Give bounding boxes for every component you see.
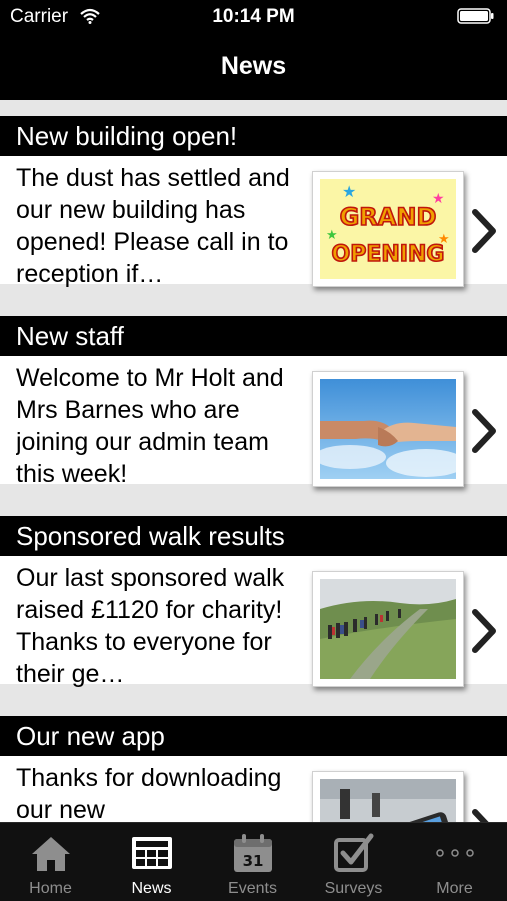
news-item-summary: The dust has settled and our new buildin… [16,164,290,288]
chevron-right-icon[interactable] [470,408,498,454]
news-item-header: New building open! [0,116,507,156]
news-item[interactable]: Sponsored walk results Our last sponsore… [0,500,507,688]
news-item[interactable]: New building open! The dust has settled … [0,100,507,288]
calendar-day: 31 [243,852,264,870]
home-icon [32,837,70,871]
news-list[interactable]: New building open! The dust has settled … [0,100,507,822]
tab-events[interactable]: 31 Events [202,823,303,901]
news-item-title: Sponsored walk results [16,521,285,551]
tab-bar: Home News 31 Events Surveys More [0,822,507,901]
tab-surveys[interactable]: Surveys [303,823,404,901]
grand-opening-image: ★ ★ ★ ★ GRAND OPENING [312,171,464,287]
news-item[interactable]: Our new app Thanks for downloading our n… [0,700,507,822]
chevron-right-icon[interactable] [470,608,498,654]
news-item-summary: Welcome to Mr Holt and Mrs Barnes who ar… [16,364,284,488]
svg-text:★: ★ [326,227,338,242]
clock: 10:14 PM [212,6,295,27]
phone-image [312,771,464,822]
tab-label: News [131,880,172,897]
tab-news[interactable]: News [101,823,202,901]
tab-home[interactable]: Home [0,823,101,901]
svg-text:★: ★ [342,184,356,201]
news-item-header: New staff [0,316,507,356]
news-item[interactable]: New staff Welcome to Mr Holt and Mrs Bar… [0,300,507,488]
news-item-header: Sponsored walk results [0,516,507,556]
calendar-icon: 31 [234,834,272,872]
tab-label: Events [228,880,277,897]
news-item-summary: Our last sponsored walk raised £1120 for… [16,564,285,688]
news-item-body[interactable]: The dust has settled and our new buildin… [0,156,507,288]
page-title: News [220,52,287,80]
news-item-title: New staff [16,321,124,351]
news-item-summary: Thanks for downloading our new [16,764,282,822]
tab-label: Home [29,880,72,897]
grand-text: GRAND [340,203,437,231]
handshake-image [312,371,464,487]
checkbox-icon [334,833,374,872]
tab-label: More [436,880,473,897]
news-item-body[interactable]: Our last sponsored walk raised £1120 for… [0,556,507,688]
walkers-image [312,571,464,687]
opening-text: OPENING [332,242,445,267]
news-item-body[interactable]: Thanks for downloading our new [0,756,507,822]
news-item-title: Our new app [16,721,165,751]
more-icon [436,849,474,857]
news-icon [132,837,172,869]
status-bar: Carrier 10:14 PM [0,0,507,34]
news-item-title: New building open! [16,121,238,151]
tab-label: Surveys [324,880,383,897]
tab-more[interactable]: More [404,823,505,901]
news-item-body[interactable]: Welcome to Mr Holt and Mrs Barnes who ar… [0,356,507,488]
chevron-right-icon[interactable] [470,808,498,822]
battery-icon [457,8,495,30]
chevron-right-icon[interactable] [470,208,498,254]
navigation-bar: News [0,34,507,100]
news-item-header: Our new app [0,716,507,756]
